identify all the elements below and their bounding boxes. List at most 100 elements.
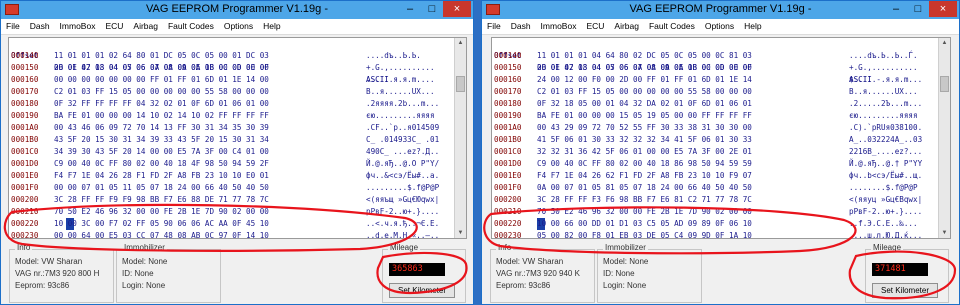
hex-row[interactable]: 000200 3C 28 FF FF F9 F9 98 BB F7 E6 88 D… bbox=[9, 194, 454, 206]
maximize-button[interactable]: □ bbox=[907, 1, 929, 17]
close-button[interactable]: × bbox=[443, 1, 471, 17]
row-ascii[interactable]: A_..032224A_..03 bbox=[849, 134, 922, 146]
row-bytes[interactable]: 11 01 01 01 04 64 80 02 DC 05 0C 05 00 0… bbox=[537, 50, 752, 62]
hex-row[interactable]: 0001F0 00 00 07 01 05 11 05 07 18 24 00 6… bbox=[9, 182, 454, 194]
hex-row[interactable]: 000210 70 50 E2 46 96 32 00 00 FE 2B 1E 7… bbox=[492, 206, 937, 218]
set-kilometer-button[interactable]: Set Kilometer bbox=[872, 283, 938, 298]
menu-fault-codes[interactable]: Fault Codes bbox=[644, 19, 700, 34]
vertical-scrollbar[interactable]: ▲ ▼ bbox=[938, 38, 950, 238]
row-ascii[interactable]: pPвF-2..ю+.}.... bbox=[849, 206, 922, 218]
row-ascii[interactable]: ........$.f@P@P bbox=[849, 182, 918, 194]
menu-ecu[interactable]: ECU bbox=[581, 19, 609, 34]
row-ascii[interactable]: pPвF-2..ю+.}.... bbox=[366, 206, 439, 218]
scroll-down-icon[interactable]: ▼ bbox=[939, 228, 950, 238]
row-ascii[interactable]: В..я......UX... bbox=[366, 86, 435, 98]
hex-editor[interactable]: Offset 00 01 02 03 04 05 06 07 08 09 0A … bbox=[8, 37, 467, 239]
row-bytes[interactable]: C2 01 03 FF 15 05 00 00 00 00 00 55 58 0… bbox=[537, 86, 752, 98]
row-bytes[interactable]: 00 43 46 06 09 72 70 14 13 FF 30 31 34 3… bbox=[54, 122, 269, 134]
hex-row[interactable]: 0001B0 43 5F 20 15 30 31 34 39 33 43 5F 2… bbox=[9, 134, 454, 146]
row-bytes[interactable]: BA FE 01 00 00 00 15 05 19 05 00 00 FF F… bbox=[537, 110, 752, 122]
row-bytes[interactable]: C9 00 40 0C FF 80 02 00 40 18 4F 98 50 9… bbox=[54, 158, 269, 170]
hex-row[interactable]: 0001D0 C9 00 40 0C FF 80 02 00 40 18 86 9… bbox=[492, 158, 937, 170]
row-ascii[interactable]: .CF..`p..я014509 bbox=[366, 122, 439, 134]
row-ascii[interactable]: 2216B_....еz?... bbox=[849, 146, 922, 158]
hex-row[interactable]: 000150 2B 0E 47 18 04 07 06 0A 0A 0A 0E 1… bbox=[9, 62, 454, 74]
hex-row[interactable]: 000190 BA FE 01 00 00 00 14 10 02 14 10 0… bbox=[9, 110, 454, 122]
row-ascii[interactable]: <(яяуц »Gц€Вqwx| bbox=[849, 194, 922, 206]
row-bytes[interactable]: 00 43 29 09 72 70 52 55 FF 30 33 38 31 3… bbox=[537, 122, 752, 134]
row-bytes[interactable]: 00 00 00 00 00 00 00 FF 01 FF 01 6D 01 1… bbox=[54, 74, 269, 86]
menu-airbag[interactable]: Airbag bbox=[128, 19, 163, 34]
menu-immobox[interactable]: ImmoBox bbox=[55, 19, 101, 34]
row-bytes[interactable]: 11 01 01 01 02 64 80 01 DC 05 0C 05 00 0… bbox=[54, 50, 269, 62]
menu-options[interactable]: Options bbox=[219, 19, 258, 34]
row-bytes[interactable]: 24 00 12 00 F0 00 2D 00 FF 01 FF 01 6D 0… bbox=[537, 74, 752, 86]
vertical-scrollbar[interactable]: ▲ ▼ bbox=[454, 38, 466, 238]
menu-file[interactable]: File bbox=[482, 19, 506, 34]
menu-help[interactable]: Help bbox=[739, 19, 766, 34]
row-bytes[interactable]: 10 00 3C 00 F7 02 FF 05 90 06 06 AC AA 0… bbox=[54, 218, 269, 230]
menu-airbag[interactable]: Airbag bbox=[609, 19, 644, 34]
row-bytes[interactable]: 3C 28 FF FF F9 F9 98 BB F7 E6 88 DE 71 7… bbox=[54, 194, 269, 206]
hex-row[interactable]: 000170 C2 01 03 FF 15 05 00 00 00 00 00 5… bbox=[9, 86, 454, 98]
menu-ecu[interactable]: ECU bbox=[100, 19, 128, 34]
row-ascii[interactable]: ..d.е.М.H.«..—.. bbox=[366, 230, 439, 238]
hex-row[interactable]: 000160 24 00 12 00 F0 00 2D 00 FF 01 FF 0… bbox=[492, 74, 937, 86]
row-ascii[interactable]: фч..&<сэ/Ёы#..а. bbox=[366, 170, 439, 182]
hex-row[interactable]: 000220 10 00 66 00 DD 01 D1 03 C5 05 AD 0… bbox=[492, 218, 937, 230]
row-ascii[interactable]: ..f.Э.С.Е.­.‰... bbox=[849, 218, 918, 230]
row-ascii[interactable]: єю.........яяяя bbox=[366, 110, 435, 122]
row-bytes[interactable]: 00 00 07 01 05 11 05 07 18 24 00 66 40 5… bbox=[54, 182, 269, 194]
row-bytes[interactable]: 70 50 E2 46 96 32 00 00 FE 2B 1E 7D 90 0… bbox=[54, 206, 269, 218]
menu-immobox[interactable]: ImmoBox bbox=[536, 19, 582, 34]
close-button[interactable]: × bbox=[929, 1, 957, 17]
hex-row[interactable]: 000180 0F 32 FF FF FF FF 04 32 02 01 0F 6… bbox=[9, 98, 454, 110]
hex-row[interactable]: 000150 2B 0E 47 18 04 07 06 0A 0A 0A 0E 1… bbox=[492, 62, 937, 74]
hex-editor[interactable]: Offset 00 01 02 03 04 05 06 07 08 09 0A … bbox=[491, 37, 951, 239]
row-bytes[interactable]: 0F 32 18 05 00 01 04 32 DA 02 01 0F 6D 0… bbox=[537, 98, 752, 110]
hex-row[interactable]: 000230 00 00 64 00 E5 03 CC 07 48 08 AB 0… bbox=[9, 230, 454, 238]
row-ascii[interactable]: +.G.,.......... bbox=[366, 62, 435, 74]
row-bytes[interactable]: F4 F7 1E 04 26 28 F1 FD 2F A8 FB 23 10 1… bbox=[54, 170, 269, 182]
row-ascii[interactable]: фч..b<сэ/Ёы#..щ. bbox=[849, 170, 922, 182]
hex-row[interactable]: 0001A0 00 43 46 06 09 72 70 14 13 FF 30 3… bbox=[9, 122, 454, 134]
menu-fault-codes[interactable]: Fault Codes bbox=[163, 19, 219, 34]
hex-row[interactable]: 0001C0 32 32 31 36 42 5F 06 01 00 00 E5 7… bbox=[492, 146, 937, 158]
row-ascii[interactable]: Й.@.яЂ..@.† P"YY bbox=[849, 158, 922, 170]
row-ascii[interactable]: C_ .0149З3C_ .01 bbox=[366, 134, 439, 146]
hex-row[interactable]: 0001D0 C9 00 40 0C FF 80 02 00 40 18 4F 9… bbox=[9, 158, 454, 170]
row-bytes[interactable]: 41 5F 06 01 30 33 32 32 32 34 41 5F 06 0… bbox=[537, 134, 752, 146]
row-bytes[interactable]: 0F 32 FF FF FF FF 04 32 02 01 0F 6D 01 0… bbox=[54, 98, 269, 110]
menu-dash[interactable]: Dash bbox=[25, 19, 55, 34]
row-ascii[interactable]: єю.........яяяя bbox=[849, 110, 918, 122]
row-ascii[interactable]: ......я.я.m.... bbox=[366, 74, 435, 86]
set-kilometer-button[interactable]: Set Kilometer bbox=[389, 283, 455, 298]
hex-row[interactable]: 0001B0 41 5F 06 01 30 33 32 32 32 34 41 5… bbox=[492, 134, 937, 146]
scroll-thumb[interactable] bbox=[940, 76, 949, 92]
hex-row[interactable]: 0001A0 00 43 29 09 72 70 52 55 FF 30 33 3… bbox=[492, 122, 937, 134]
row-ascii[interactable]: .C).`pRUя038100. bbox=[849, 122, 922, 134]
menu-file[interactable]: File bbox=[1, 19, 25, 34]
hex-row[interactable]: 0001E0 F4 F7 1E 04 26 62 F1 FD 2F A8 FB 2… bbox=[492, 170, 937, 182]
hex-row[interactable]: 000190 BA FE 01 00 00 00 15 05 19 05 00 0… bbox=[492, 110, 937, 122]
menu-help[interactable]: Help bbox=[258, 19, 285, 34]
row-bytes[interactable]: 70 50 E2 46 96 32 00 00 FE 2B 1E 7D 90 0… bbox=[537, 206, 752, 218]
hex-row[interactable]: 0001C0 34 39 30 43 5F 20 14 00 00 E5 7A 3… bbox=[9, 146, 454, 158]
row-ascii[interactable]: $.....-.я.я.m... bbox=[849, 74, 922, 86]
row-bytes[interactable]: 2B 0E 47 18 04 07 06 0A 0A 0A 0E 18 00 0… bbox=[537, 62, 752, 74]
hex-row[interactable]: 000220 10 00 3C 00 F7 02 FF 05 90 06 06 A… bbox=[9, 218, 454, 230]
row-bytes[interactable]: 3C 28 FF FF F3 F6 98 BB F7 E6 81 C2 71 7… bbox=[537, 194, 752, 206]
minimize-button[interactable]: – bbox=[885, 1, 907, 17]
maximize-button[interactable]: □ bbox=[421, 1, 443, 17]
row-ascii[interactable]: 490C_ ...еz?.Д.. bbox=[366, 146, 439, 158]
hex-row[interactable]: 000180 0F 32 18 05 00 01 04 32 DA 02 01 0… bbox=[492, 98, 937, 110]
scroll-thumb[interactable] bbox=[456, 76, 465, 92]
hex-row[interactable]: 000200 3C 28 FF FF F3 F6 98 BB F7 E6 81 C… bbox=[492, 194, 937, 206]
row-bytes[interactable]: C2 01 03 FF 15 05 00 00 00 00 00 55 58 0… bbox=[54, 86, 269, 98]
row-bytes[interactable]: 0A 00 07 01 05 81 05 07 18 24 00 66 40 5… bbox=[537, 182, 752, 194]
row-ascii[interactable]: .2яяяя.2b...m... bbox=[366, 98, 439, 110]
menu-dash[interactable]: Dash bbox=[506, 19, 536, 34]
row-ascii[interactable]: <(яяъщ »Gц€Юqwx| bbox=[366, 194, 439, 206]
hex-row[interactable]: 000230 05 00 82 00 F8 01 EB 03 DE 05 C4 0… bbox=[492, 230, 937, 238]
row-bytes[interactable]: 2B 0E 47 18 04 07 06 0A 0A 0A 0E 18 00 0… bbox=[54, 62, 269, 74]
